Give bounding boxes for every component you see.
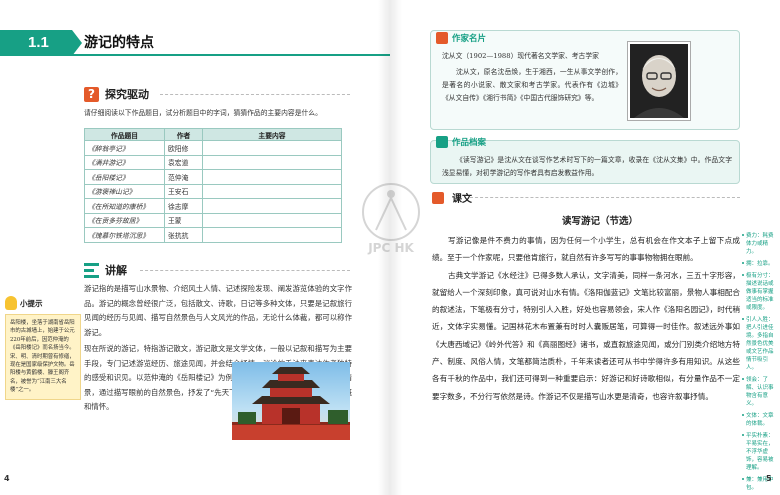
inquiry-instruction: 请仔细阅读以下作品题目，试分析题目中的字词，猜猜作品的主要内容是什么。	[84, 109, 322, 117]
margin-notes: 费力：耗费体力或精力。 拥：拉靠。 极有分寸：描述说话或做事有掌握适当的标准或限…	[742, 232, 778, 495]
tip-box: 小提示 岳阳楼，坐落于湖南省岳阳市的古城墙上，始建于公元220年前后，因范仲淹的…	[5, 296, 81, 400]
work-author: 王蒙	[164, 212, 203, 228]
work-card-heading-text: 作品档案	[452, 138, 487, 148]
works-table: 作品题目 作者 主要内容 《醉翁亭记》 欧阳修 《满井游记》 袁宏道 《岳阳楼记》范…	[84, 128, 342, 243]
header-divider	[0, 54, 390, 56]
essay-paragraph: 古典文学游记《水经注》已得多数人承认，文字清美，同样一条河水，三五十字形容，就留…	[432, 270, 740, 401]
inquiry-heading-text: 探究驱动	[105, 88, 149, 101]
work-title: 《在贡多芬故居》	[84, 212, 165, 228]
work-author: 范仲淹	[164, 169, 203, 185]
work-content-cell[interactable]	[202, 198, 342, 214]
essay-body: 写游记像是件不费力的事情，因为任何一个小学生，总有机会在作文本子上留下点成绩。至…	[432, 232, 740, 405]
table-row: 《醉翁亭记》 欧阳修	[84, 140, 342, 156]
margin-note: 平实朴素：平易实在，不浮华虚饰，容易被理解。	[742, 432, 778, 472]
left-page: 1.1 游记的特点 ? 探究驱动 请仔细阅读以下作品题目，试分析题目中的字词，猜…	[0, 0, 390, 495]
tip-heading-text: 小提示	[20, 298, 43, 308]
inquiry-heading: ? 探究驱动	[84, 86, 149, 102]
work-title: 《岳阳楼记》	[84, 169, 165, 185]
table-row: 《瑰慕尔铁塔沉思》 张抗抗	[84, 227, 342, 243]
author-icon	[436, 32, 448, 44]
margin-note: 费力：耗费体力或精力。	[742, 232, 778, 256]
section-header: 1.1 游记的特点	[0, 30, 390, 56]
table-row: 《在所知道的康桥》 徐志摩	[84, 198, 342, 214]
margin-note: 极有分寸：描述说话或做事有掌握适当的标准或限度。	[742, 272, 778, 312]
lightbulb-icon	[5, 296, 17, 310]
work-content-cell[interactable]	[202, 154, 342, 170]
work-title: 《满井游记》	[84, 154, 165, 170]
text-section-heading-text: 课文	[452, 194, 472, 205]
column-header: 作者	[164, 128, 203, 141]
margin-note: 引人入胜：把人引进佳境。多指自然景色优美或文艺作品情节吸引人。	[742, 316, 778, 372]
table-row: 《满井游记》 袁宏道	[84, 154, 342, 170]
question-icon: ?	[84, 86, 99, 102]
explain-heading-text: 讲解	[105, 264, 127, 277]
essay-paragraph: 写游记像是件不费力的事情，因为任何一个小学生，总有机会在作文本子上留下点成绩。至…	[432, 236, 740, 263]
work-card-heading: 作品档案	[436, 136, 486, 148]
margin-note: 领会：了解、认识事物含有意义。	[742, 376, 778, 408]
explain-heading: 讲解	[84, 262, 127, 278]
column-header: 作品题目	[84, 128, 165, 141]
portrait-illustration	[630, 44, 688, 118]
text-section-heading: 课文	[432, 190, 472, 205]
work-author: 张抗抗	[164, 227, 203, 243]
tip-heading: 小提示	[5, 296, 81, 310]
column-header: 主要内容	[202, 128, 342, 141]
table-row: 《在贡多芬故居》 王蒙	[84, 212, 342, 228]
book-icon	[432, 191, 444, 204]
work-content-cell[interactable]	[202, 183, 342, 199]
bars-icon	[84, 262, 99, 278]
work-title: 《醉翁亭记》	[84, 140, 165, 156]
file-icon	[436, 136, 448, 148]
work-title: 《瑰慕尔铁塔沉思》	[84, 227, 165, 243]
dotted-divider	[470, 197, 740, 198]
table-row: 《游褒禅山记》 王安石	[84, 183, 342, 199]
margin-note: 兼：兼用中包。	[742, 476, 778, 492]
author-portrait	[628, 42, 690, 120]
dotted-divider	[140, 270, 350, 271]
work-author: 徐志摩	[164, 198, 203, 214]
work-content-cell[interactable]	[202, 212, 342, 228]
author-card-heading: 作家名片	[436, 32, 486, 44]
section-title: 游记的特点	[84, 35, 154, 51]
author-bio: 沈从文，原名沈岳焕，生于湘西，一生从事文学创作，是著名的小说家、散文家和考古学家…	[442, 68, 622, 102]
margin-note: 文体：文章的体裁。	[742, 412, 778, 428]
margin-note: 拥：拉靠。	[742, 260, 778, 268]
table-row: 《岳阳楼记》 范仲淹	[84, 169, 342, 185]
essay-title: 读写游记（节选）	[561, 216, 638, 227]
work-content-cell[interactable]	[202, 169, 342, 185]
work-author: 王安石	[164, 183, 203, 199]
table-header-row: 作品题目 作者 主要内容	[84, 128, 342, 141]
work-author: 袁宏道	[164, 154, 203, 170]
page-number-left: 4	[4, 474, 10, 483]
work-content-cell[interactable]	[202, 140, 342, 156]
work-title: 《在所知道的康桥》	[84, 198, 165, 214]
work-title: 《游褒禅山记》	[84, 183, 165, 199]
dotted-divider	[160, 94, 350, 95]
work-card-text: 《读写游记》是沈从文在谈写作艺术时写下的一篇文章，收录在《沈从文集》中。作品文字…	[442, 156, 732, 177]
tip-text: 岳阳楼，坐落于湖南省岳阳市的古城墙上，始建于公元220年前后，因范仲淹的《岳阳楼…	[5, 314, 81, 400]
section-number: 1.1	[0, 30, 82, 56]
right-page: 作家名片 沈从文（1902—1988）现代著名文学家、考古学家 沈从文，原名沈岳…	[390, 0, 780, 495]
page-number-right: 5	[766, 474, 772, 483]
author-intro-line: 沈从文（1902—1988）现代著名文学家、考古学家	[442, 52, 599, 60]
tower-illustration	[232, 367, 350, 440]
author-card-heading-text: 作家名片	[452, 34, 487, 44]
work-author: 欧阳修	[164, 140, 203, 156]
yueyang-tower-photo	[232, 362, 350, 440]
explain-paragraph-1: 游记指的是描写山水景物、介绍风土人情、记述探险发现、阐发游览体验的文字作品。游记…	[84, 284, 352, 337]
work-content-cell[interactable]	[202, 227, 342, 243]
